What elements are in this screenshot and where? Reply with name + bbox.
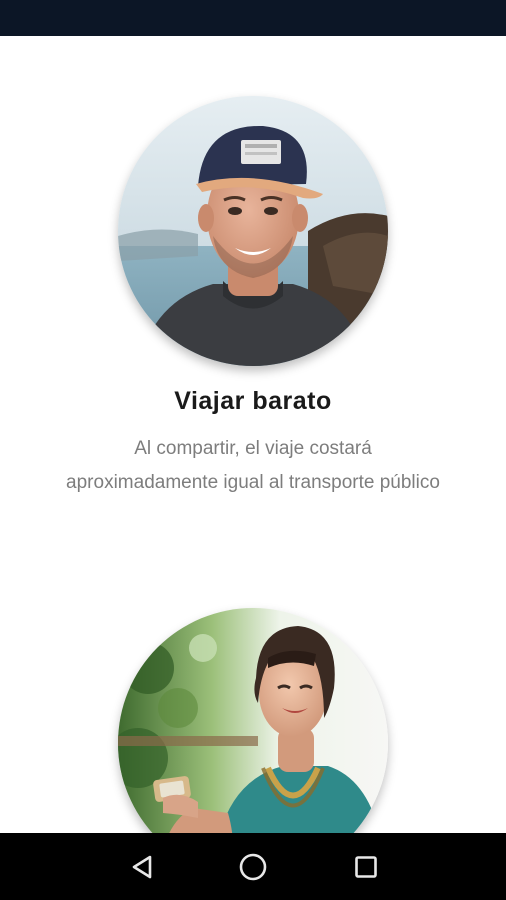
slide-title: Viajar barato xyxy=(174,387,332,415)
onboarding-content[interactable]: Viajar barato Al compartir, el viaje cos… xyxy=(0,36,506,833)
man-illustration xyxy=(118,96,388,366)
traveler-photo-man xyxy=(118,96,388,366)
slide-description: Al compartir, el viaje costará aproximad… xyxy=(66,438,440,493)
home-circle-icon[interactable] xyxy=(237,851,269,883)
woman-illustration xyxy=(118,608,388,833)
back-triangle-icon[interactable] xyxy=(126,851,158,883)
android-navigation-bar xyxy=(0,833,506,900)
traveler-photo-woman xyxy=(118,608,388,833)
status-bar xyxy=(0,0,506,36)
recents-square-icon[interactable] xyxy=(350,851,382,883)
